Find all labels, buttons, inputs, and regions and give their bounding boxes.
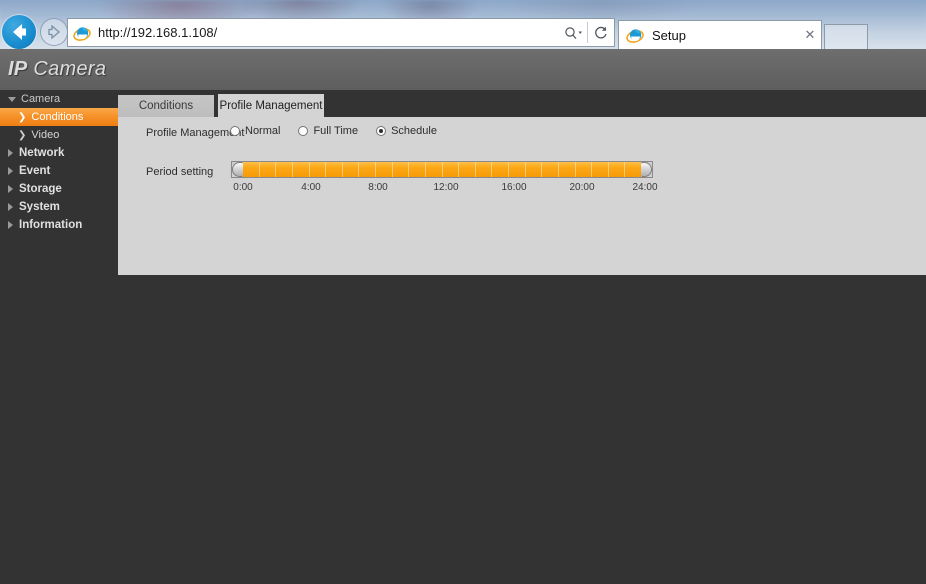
app-header: IP Camera <box>0 49 926 90</box>
forward-arrow-icon <box>48 24 60 40</box>
chevron-right-icon: ❯ <box>18 111 27 123</box>
period-setting-label: Period setting <box>146 166 214 178</box>
radio-label: Schedule <box>391 125 437 137</box>
forward-button[interactable] <box>40 18 68 46</box>
browser-tab-strip: Setup ✕ <box>618 18 868 49</box>
radio-full-time[interactable]: Full Time <box>298 125 358 137</box>
timeline-axis: 0:00 4:00 8:00 12:00 16:00 20:00 24:00 <box>231 182 657 196</box>
refresh-icon <box>595 26 607 39</box>
sidebar-item-system[interactable]: System <box>0 198 118 216</box>
logo-bold: IP <box>8 58 28 80</box>
radio-circle-icon <box>298 126 309 136</box>
profile-mode-radio-group: Normal Full Time Schedule <box>230 125 455 137</box>
search-magnifier-icon <box>565 26 582 39</box>
sidebar-item-video[interactable]: ❯ Video <box>0 126 118 144</box>
new-tab-button[interactable] <box>824 24 868 49</box>
slider-handle-right[interactable] <box>641 162 652 177</box>
sidebar-item-conditions[interactable]: ❯ Conditions <box>0 108 118 126</box>
sidebar-item-label: Video <box>31 129 60 141</box>
back-button[interactable] <box>2 15 36 49</box>
sidebar: Camera ❯ Conditions ❯ Video Network Even… <box>0 90 118 584</box>
chevron-right-icon <box>8 203 13 211</box>
address-bar[interactable]: http://192.168.1.108/ <box>67 18 615 47</box>
axis-tick-label: 24:00 <box>632 182 658 193</box>
browser-tab-title: Setup <box>652 27 686 43</box>
sidebar-item-network[interactable]: Network <box>0 144 118 162</box>
sidebar-item-label: System <box>19 201 60 213</box>
chevron-right-icon <box>8 149 13 157</box>
schedule-bar-track[interactable] <box>243 162 641 177</box>
sidebar-item-label: Conditions <box>31 111 84 123</box>
content-panel: Profile Management Normal Full Time Sche… <box>118 117 926 364</box>
sidebar-item-storage[interactable]: Storage <box>0 180 118 198</box>
content-tabbar: Conditions Profile Management <box>118 90 926 117</box>
radio-normal[interactable]: Normal <box>230 125 280 137</box>
radio-label: Normal <box>245 125 281 137</box>
slider-handle-left[interactable] <box>232 162 243 177</box>
logo-rest: Camera <box>33 58 107 80</box>
chevron-right-icon <box>8 167 13 175</box>
axis-tick-label: 12:00 <box>433 182 459 193</box>
internet-explorer-icon <box>73 26 91 41</box>
sidebar-item-label: Camera <box>21 93 61 105</box>
sidebar-item-event[interactable]: Event <box>0 162 118 180</box>
chevron-down-icon <box>8 96 16 102</box>
radio-label: Full Time <box>313 125 359 137</box>
axis-tick-label: 8:00 <box>368 182 388 193</box>
refresh-button[interactable] <box>588 19 614 46</box>
browser-tab-setup[interactable]: Setup ✕ <box>618 20 822 49</box>
axis-tick-label: 4:00 <box>301 182 321 193</box>
axis-tick-label: 16:00 <box>501 182 527 193</box>
sidebar-item-label: Event <box>19 165 51 177</box>
search-icon[interactable] <box>561 19 587 46</box>
close-icon[interactable]: ✕ <box>799 27 821 43</box>
browser-chrome: http://192.168.1.108/ Setup ✕ <box>0 0 926 49</box>
page-background <box>118 275 926 584</box>
axis-tick-label: 20:00 <box>569 182 595 193</box>
back-arrow-icon <box>13 24 26 40</box>
sidebar-item-information[interactable]: Information <box>0 216 118 234</box>
radio-circle-selected-icon <box>376 126 387 136</box>
axis-tick-label: 0:00 <box>233 182 253 193</box>
radio-schedule[interactable]: Schedule <box>376 125 437 137</box>
sidebar-item-label: Storage <box>19 183 62 195</box>
period-timeline: 0:00 4:00 8:00 12:00 16:00 20:00 24:00 <box>231 161 658 196</box>
chevron-right-icon: ❯ <box>18 129 27 141</box>
url-text[interactable]: http://192.168.1.108/ <box>98 25 561 40</box>
sidebar-item-camera[interactable]: Camera <box>0 90 118 108</box>
sidebar-item-label: Information <box>19 219 83 231</box>
schedule-slider[interactable] <box>231 161 653 178</box>
chevron-right-icon <box>8 185 13 193</box>
tab-profile-management[interactable]: Profile Management <box>218 94 324 117</box>
internet-explorer-icon <box>626 29 644 43</box>
page-title: IP Camera <box>8 58 106 81</box>
chevron-right-icon <box>8 221 13 229</box>
sidebar-item-label: Network <box>19 147 65 159</box>
tab-conditions[interactable]: Conditions <box>118 95 214 117</box>
radio-circle-icon <box>230 126 240 136</box>
